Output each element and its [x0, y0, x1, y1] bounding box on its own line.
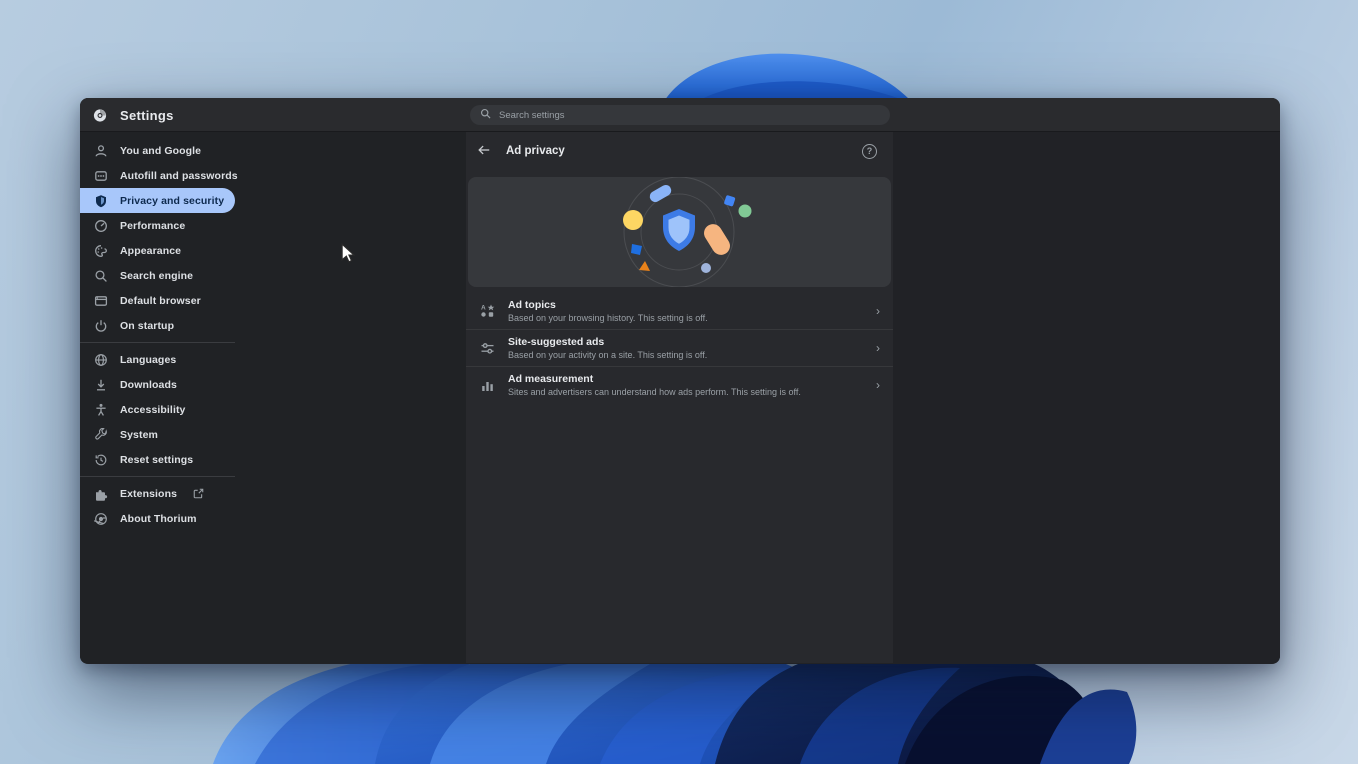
sidebar-item-label: Default browser: [120, 295, 201, 307]
person-icon: [94, 144, 108, 158]
sidebar-item-label: On startup: [120, 320, 174, 332]
bar-chart-icon: [479, 378, 495, 393]
download-icon: [94, 378, 108, 392]
palette-icon: [94, 244, 108, 258]
thorium-logo-icon: [94, 512, 108, 526]
power-icon: [94, 319, 108, 333]
chevron-right-icon: ›: [876, 305, 880, 317]
help-button[interactable]: ?: [862, 144, 877, 159]
chevron-right-icon: ›: [876, 379, 880, 391]
settings-window: Settings Search settings You and Google: [80, 98, 1280, 664]
back-button[interactable]: [477, 143, 491, 160]
speedometer-icon: [94, 219, 108, 233]
sidebar-item-label: Reset settings: [120, 454, 193, 466]
desktop: { "window": { "title": "Settings" }, "to…: [0, 0, 1358, 764]
sidebar-divider: [80, 342, 235, 343]
sidebar-item-label: Appearance: [120, 245, 181, 257]
row-title: Ad topics: [508, 299, 863, 311]
sidebar-item-label: Accessibility: [120, 404, 186, 416]
sidebar-item-label: Autofill and passwords: [120, 170, 238, 182]
svg-text:A: A: [481, 305, 486, 312]
window-title: Settings: [120, 108, 174, 123]
settings-toolbar: Settings Search settings: [80, 98, 1280, 132]
row-ad-measurement[interactable]: Ad measurement Sites and advertisers can…: [466, 366, 893, 403]
chevron-right-icon: ›: [876, 342, 880, 354]
sidebar-item-label: System: [120, 429, 158, 441]
sidebar-item-on-startup[interactable]: On startup: [80, 313, 235, 338]
ad-privacy-illustration: [468, 177, 891, 287]
page-header: Ad privacy ?: [466, 132, 893, 170]
sidebar-item-label: Extensions: [120, 488, 177, 500]
sidebar-item-performance[interactable]: Performance: [80, 213, 235, 238]
sidebar-item-label: Performance: [120, 220, 185, 232]
sidebar-item-appearance[interactable]: Appearance: [80, 238, 235, 263]
row-subtitle: Sites and advertisers can understand how…: [508, 387, 863, 397]
thorium-logo-icon: [93, 108, 107, 122]
sidebar-item-privacy-and-security[interactable]: Privacy and security: [80, 188, 235, 213]
sidebar-item-about-thorium[interactable]: About Thorium: [80, 506, 235, 531]
search-icon: [480, 106, 491, 124]
sidebar-item-label: Privacy and security: [120, 195, 224, 207]
browser-window-icon: [94, 294, 108, 308]
sidebar-item-you-and-google[interactable]: You and Google: [80, 138, 235, 163]
settings-content: Ad privacy ?: [466, 132, 1280, 663]
sidebar-item-label: Search engine: [120, 270, 193, 282]
sidebar-item-label: Downloads: [120, 379, 177, 391]
puzzle-icon: [94, 487, 108, 501]
row-title: Site-suggested ads: [508, 336, 863, 348]
search-placeholder: Search settings: [499, 110, 564, 121]
globe-icon: [94, 353, 108, 367]
shield-icon: [94, 194, 108, 208]
accessibility-icon: [94, 403, 108, 417]
content-empty-area: [893, 132, 1280, 663]
history-icon: [94, 453, 108, 467]
ad-privacy-rows: A Ad topics Based on your browsing histo…: [466, 292, 893, 403]
settings-sidebar: You and Google Autofill and passwords: [80, 132, 466, 663]
ad-topics-icon: A: [479, 303, 495, 318]
wrench-icon: [94, 428, 108, 442]
tune-icon: [479, 341, 495, 356]
autofill-icon: [94, 169, 108, 183]
sidebar-divider: [80, 476, 235, 477]
sidebar-item-label: About Thorium: [120, 513, 197, 525]
sidebar-item-extensions[interactable]: Extensions: [80, 481, 235, 506]
ad-privacy-page: Ad privacy ?: [466, 132, 893, 663]
sidebar-item-accessibility[interactable]: Accessibility: [80, 397, 235, 422]
magnifier-icon: [94, 269, 108, 283]
open-in-new-icon: [193, 488, 204, 499]
back-arrow-icon: [477, 143, 491, 160]
row-ad-topics[interactable]: A Ad topics Based on your browsing histo…: [466, 292, 893, 329]
sidebar-item-reset-settings[interactable]: Reset settings: [80, 447, 235, 472]
sidebar-item-autofill[interactable]: Autofill and passwords: [80, 163, 235, 188]
sidebar-item-system[interactable]: System: [80, 422, 235, 447]
row-subtitle: Based on your activity on a site. This s…: [508, 350, 863, 360]
search-input[interactable]: Search settings: [470, 105, 890, 125]
sidebar-item-label: You and Google: [120, 145, 201, 157]
row-title: Ad measurement: [508, 373, 863, 385]
row-site-suggested-ads[interactable]: Site-suggested ads Based on your activit…: [466, 329, 893, 366]
sidebar-item-label: Languages: [120, 354, 176, 366]
row-subtitle: Based on your browsing history. This set…: [508, 313, 863, 323]
sidebar-item-languages[interactable]: Languages: [80, 347, 235, 372]
brand: Settings: [93, 98, 174, 132]
sidebar-item-downloads[interactable]: Downloads: [80, 372, 235, 397]
sidebar-item-search-engine[interactable]: Search engine: [80, 263, 235, 288]
page-title: Ad privacy: [506, 145, 847, 157]
sidebar-item-default-browser[interactable]: Default browser: [80, 288, 235, 313]
